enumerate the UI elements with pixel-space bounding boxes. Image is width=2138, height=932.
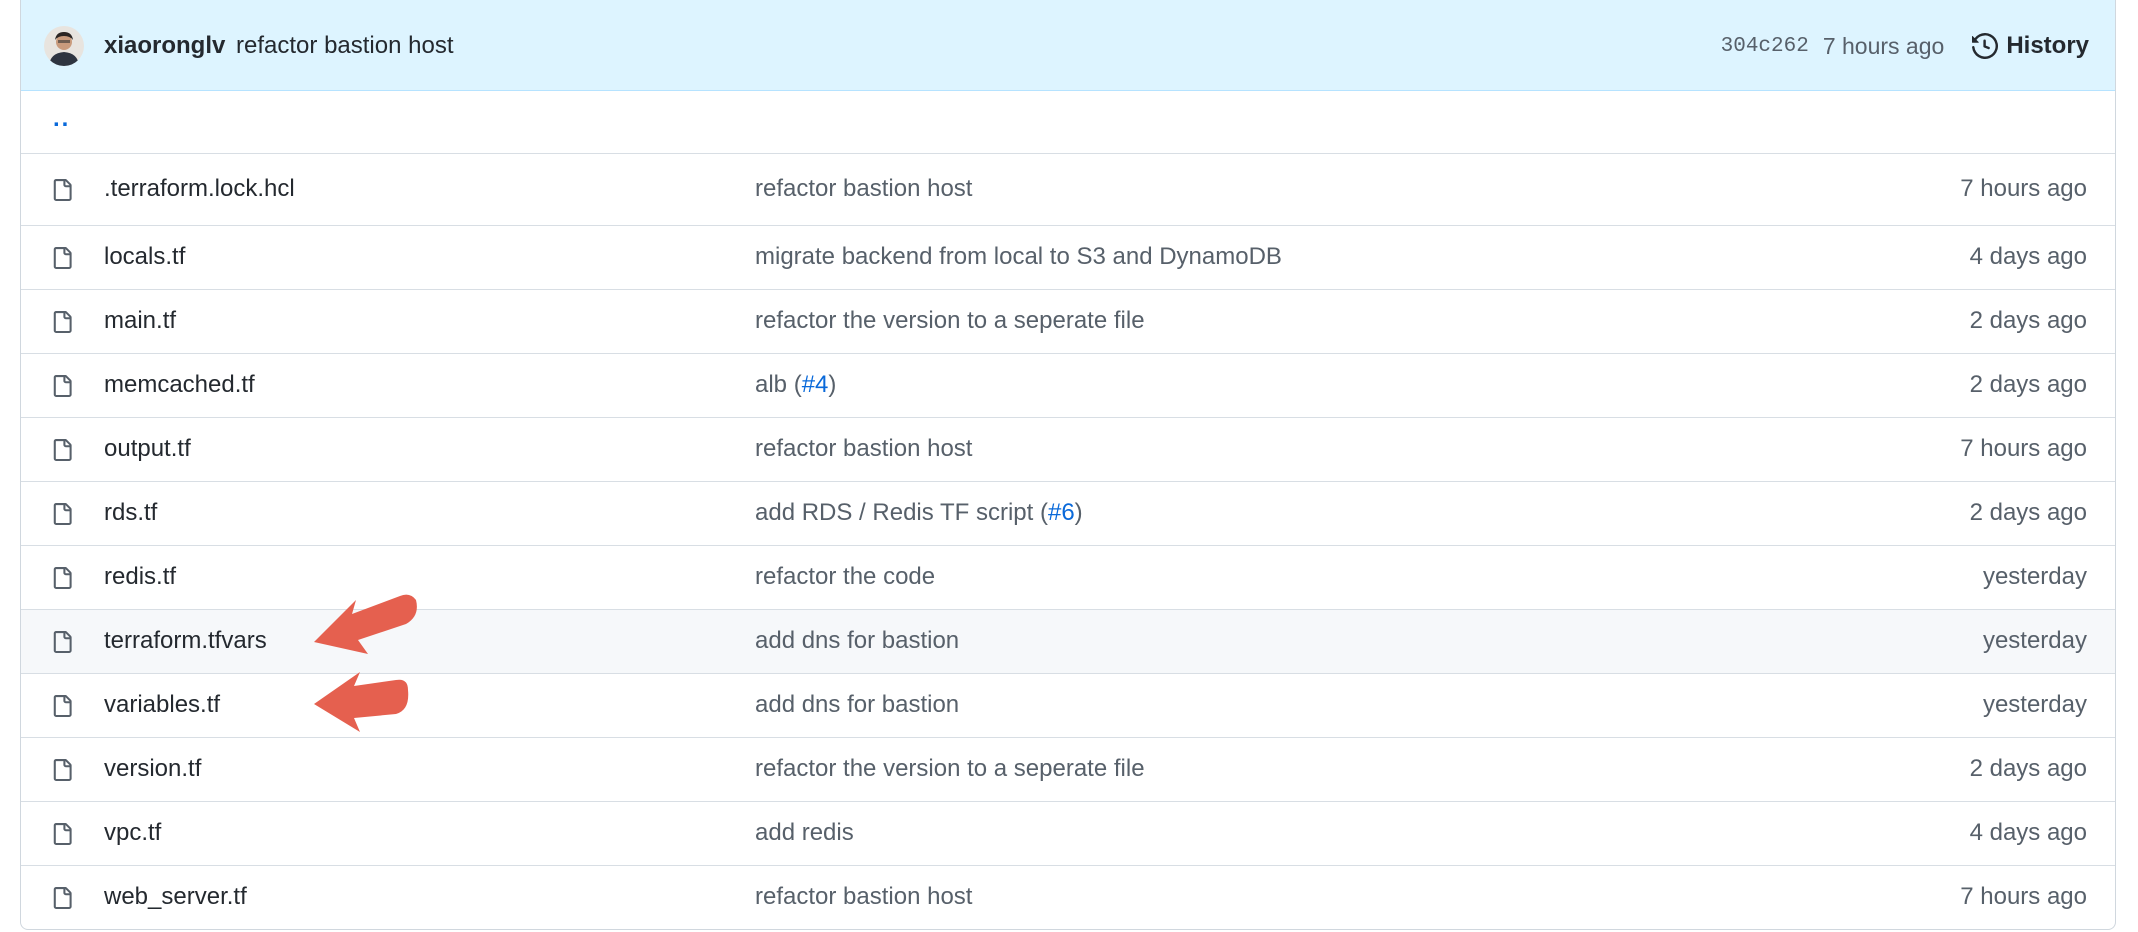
commit-message-text[interactable]: add dns for bastion bbox=[755, 627, 959, 654]
closing-paren: ) bbox=[828, 371, 837, 398]
red-arrow-annotation bbox=[314, 594, 417, 654]
file-icon bbox=[51, 308, 73, 336]
file-listing: xiaoronglv refactor bastion host 304c262… bbox=[20, 0, 2116, 930]
file-commit-message[interactable]: migrate backend from local to S3 and Dyn… bbox=[755, 243, 1282, 271]
file-row[interactable]: rds.tf add RDS / Redis TF script (#6) 2 da… bbox=[21, 482, 2115, 546]
file-icon bbox=[51, 372, 73, 400]
file-commit-age: 2 days ago bbox=[1969, 371, 2087, 398]
file-row[interactable]: .terraform.lock.hcl refactor bastion host… bbox=[21, 154, 2115, 226]
file-row[interactable]: output.tf refactor bastion host 7 hours ag… bbox=[21, 418, 2115, 482]
file-commit-age: 4 days ago bbox=[1969, 243, 2087, 270]
file-commit-age: yesterday bbox=[1982, 563, 2087, 590]
commit-message-text[interactable]: migrate backend from local to S3 and Dyn… bbox=[755, 243, 1282, 270]
commit-message-text[interactable]: add RDS / Redis TF script ( bbox=[755, 499, 1048, 526]
red-arrow-annotation bbox=[314, 672, 409, 732]
file-icon bbox=[51, 500, 73, 528]
file-commit-age: yesterday bbox=[1982, 691, 2087, 718]
file-name-link[interactable]: redis.tf bbox=[104, 563, 176, 591]
file-commit-message[interactable]: add dns for bastion bbox=[755, 627, 959, 655]
file-commit-message[interactable]: refactor bastion host bbox=[755, 883, 972, 911]
file-icon bbox=[51, 244, 73, 272]
file-commit-age: 7 hours ago bbox=[1960, 883, 2087, 910]
commit-message-text[interactable]: refactor the version to a seperate file bbox=[755, 307, 1145, 334]
history-clock-icon bbox=[1972, 33, 1999, 59]
file-row[interactable]: memcached.tf alb (#4) 2 days ago bbox=[21, 354, 2115, 418]
file-icon bbox=[51, 884, 73, 912]
file-name-link[interactable]: web_server.tf bbox=[104, 883, 247, 911]
file-row[interactable]: main.tf refactor the version to a seperat… bbox=[21, 290, 2115, 354]
commit-message-text[interactable]: refactor the code bbox=[755, 563, 935, 590]
commit-summary: xiaoronglv refactor bastion host bbox=[104, 31, 453, 61]
file-commit-message[interactable]: refactor bastion host bbox=[755, 435, 972, 463]
file-icon bbox=[51, 628, 73, 656]
file-commit-message[interactable]: refactor the code bbox=[755, 563, 935, 591]
file-name-link[interactable]: locals.tf bbox=[104, 243, 185, 271]
file-row[interactable]: version.tf refactor the version to a sepe… bbox=[21, 738, 2115, 802]
file-commit-message[interactable]: refactor bastion host bbox=[755, 175, 972, 203]
pull-request-link[interactable]: #4 bbox=[802, 371, 829, 398]
commit-message-text[interactable]: refactor bastion host bbox=[755, 883, 972, 910]
file-name-link[interactable]: memcached.tf bbox=[104, 371, 255, 399]
commit-message-text[interactable]: add redis bbox=[755, 819, 854, 846]
commit-message-text[interactable]: alb ( bbox=[755, 371, 802, 398]
commit-message-text[interactable]: refactor bastion host bbox=[755, 175, 972, 202]
file-commit-message[interactable]: refactor the version to a seperate file bbox=[755, 755, 1145, 783]
file-commit-age: 2 days ago bbox=[1969, 755, 2087, 782]
file-row[interactable]: web_server.tf refactor bastion host 7 hour… bbox=[21, 866, 2115, 929]
file-icon bbox=[51, 564, 73, 592]
file-commit-message[interactable]: add RDS / Redis TF script (#6) bbox=[755, 499, 1083, 527]
commit-message-text[interactable]: refactor bastion host bbox=[755, 435, 972, 462]
parent-directory-row[interactable]: .. bbox=[21, 91, 2115, 154]
closing-paren: ) bbox=[1074, 499, 1083, 526]
file-name-link[interactable]: main.tf bbox=[104, 307, 176, 335]
file-icon bbox=[51, 692, 73, 720]
file-commit-age: 2 days ago bbox=[1969, 307, 2087, 334]
commit-age: 7 hours ago bbox=[1822, 32, 1945, 59]
file-commit-message[interactable]: alb (#4) bbox=[755, 371, 836, 399]
author-avatar[interactable] bbox=[44, 26, 84, 66]
file-icon bbox=[51, 820, 73, 848]
file-name-link[interactable]: .terraform.lock.hcl bbox=[104, 175, 295, 203]
commit-meta: 304c262 7 hours ago History bbox=[1721, 29, 2089, 63]
parent-directory-link[interactable]: .. bbox=[53, 105, 70, 133]
history-label: History bbox=[2006, 32, 2089, 59]
file-commit-message[interactable]: add dns for bastion bbox=[755, 691, 959, 719]
commit-message-text[interactable]: add dns for bastion bbox=[755, 691, 959, 718]
commit-message-link[interactable]: refactor bastion host bbox=[236, 32, 453, 59]
file-name-link[interactable]: version.tf bbox=[104, 755, 201, 783]
file-row[interactable]: vpc.tf add redis 4 days ago bbox=[21, 802, 2115, 866]
pull-request-link[interactable]: #6 bbox=[1048, 499, 1075, 526]
file-commit-age: yesterday bbox=[1982, 627, 2087, 654]
file-name-link[interactable]: output.tf bbox=[104, 435, 191, 463]
file-commit-age: 7 hours ago bbox=[1960, 435, 2087, 462]
commit-message-text[interactable]: refactor the version to a seperate file bbox=[755, 755, 1145, 782]
latest-commit-bar: xiaoronglv refactor bastion host 304c262… bbox=[21, 0, 2115, 91]
file-commit-age: 7 hours ago bbox=[1960, 175, 2087, 202]
file-name-link[interactable]: variables.tf bbox=[104, 691, 220, 719]
file-name-link[interactable]: terraform.tfvars bbox=[104, 627, 267, 655]
file-commit-message[interactable]: add redis bbox=[755, 819, 854, 847]
file-commit-message[interactable]: refactor the version to a seperate file bbox=[755, 307, 1145, 335]
commit-author-link[interactable]: xiaoronglv bbox=[104, 32, 225, 59]
file-icon bbox=[51, 756, 73, 784]
file-name-link[interactable]: vpc.tf bbox=[104, 819, 161, 847]
file-name-link[interactable]: rds.tf bbox=[104, 499, 157, 527]
file-icon bbox=[51, 436, 73, 464]
file-commit-age: 4 days ago bbox=[1969, 819, 2087, 846]
file-commit-age: 2 days ago bbox=[1969, 499, 2087, 526]
file-icon bbox=[51, 176, 73, 204]
file-row[interactable]: locals.tf migrate backend from local to S… bbox=[21, 226, 2115, 290]
history-button[interactable]: History bbox=[1972, 32, 2089, 60]
commit-sha-link[interactable]: 304c262 bbox=[1721, 35, 1809, 58]
